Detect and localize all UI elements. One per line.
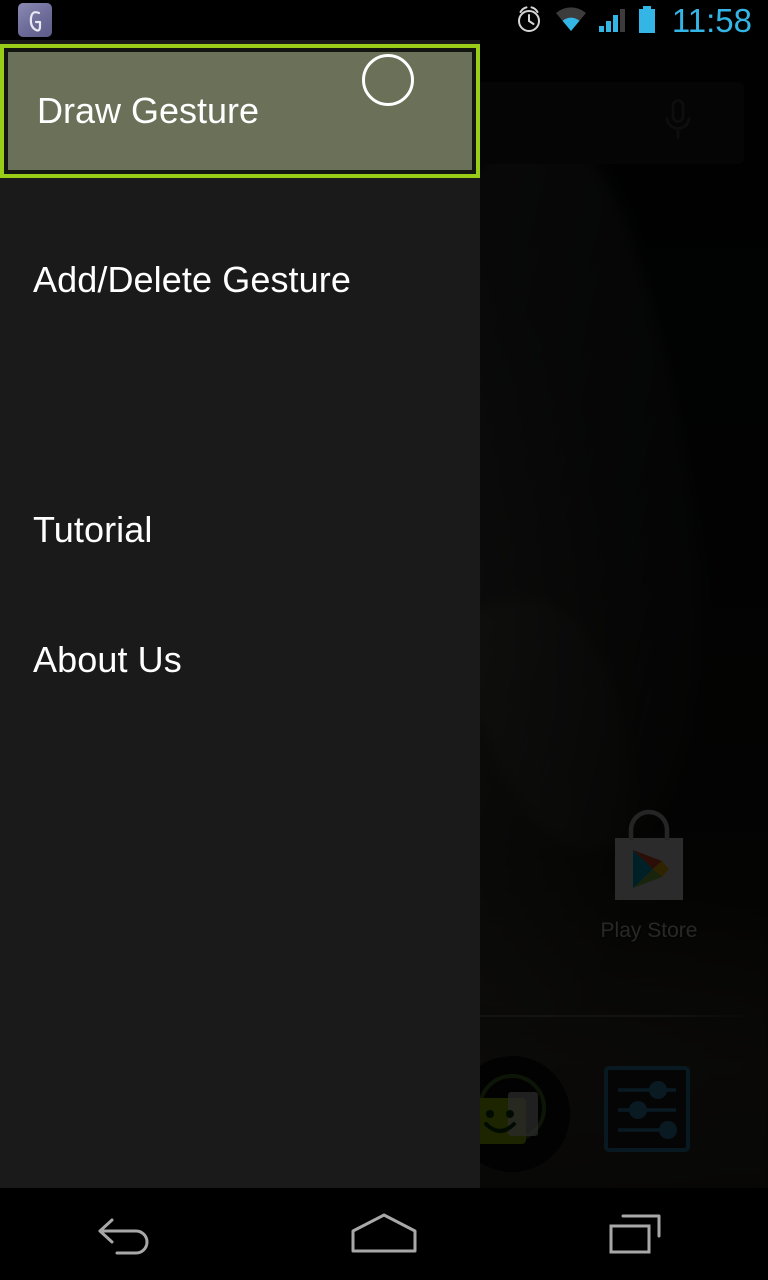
gesture-g-glyph-icon xyxy=(29,11,42,32)
gesture-app-icon[interactable] xyxy=(18,3,52,37)
back-arrow-icon xyxy=(98,1218,149,1255)
app-icon-play-store[interactable]: Play Store xyxy=(574,808,724,943)
sidebar-item-label: About Us xyxy=(33,639,182,680)
home-button[interactable] xyxy=(256,1188,512,1280)
android-screen: Play Store 11:58 Add/Delete Gesture Tuto… xyxy=(0,0,768,1280)
status-bar-icons: 11:58 xyxy=(514,4,752,37)
recents-button[interactable] xyxy=(512,1188,768,1280)
play-store-icon xyxy=(615,809,683,900)
android-navigation-bar xyxy=(0,1188,768,1280)
sidebar-item-label: Tutorial xyxy=(33,509,153,550)
wifi-icon xyxy=(555,7,586,31)
home-icon xyxy=(351,1213,417,1253)
sidebar-item-label: Draw Gesture xyxy=(37,90,260,131)
sidebar-item-about-us[interactable]: About Us xyxy=(0,600,480,720)
settings-sliders-icon xyxy=(604,1066,690,1152)
status-bar-clock: 11:58 xyxy=(671,1,752,39)
recents-icon xyxy=(609,1214,661,1254)
sidebar-item-add-delete-gesture[interactable]: Add/Delete Gesture xyxy=(0,220,480,340)
microphone-icon[interactable] xyxy=(660,98,696,149)
circle-touch-indicator xyxy=(362,54,414,106)
navigation-drawer: Add/Delete Gesture Tutorial About Us xyxy=(0,40,480,1188)
app-icon-label: Play Store xyxy=(600,919,698,942)
status-bar: 11:58 xyxy=(0,0,768,40)
selected-item-highlight[interactable]: Draw Gesture xyxy=(0,44,480,178)
back-button[interactable] xyxy=(0,1188,256,1280)
sidebar-item-tutorial[interactable]: Tutorial xyxy=(0,470,480,590)
cellular-signal-icon xyxy=(598,9,625,32)
sidebar-item-label: Add/Delete Gesture xyxy=(33,259,351,300)
dock-item-settings[interactable] xyxy=(604,1066,690,1157)
alarm-clock-icon xyxy=(517,6,540,32)
battery-icon xyxy=(638,6,655,33)
